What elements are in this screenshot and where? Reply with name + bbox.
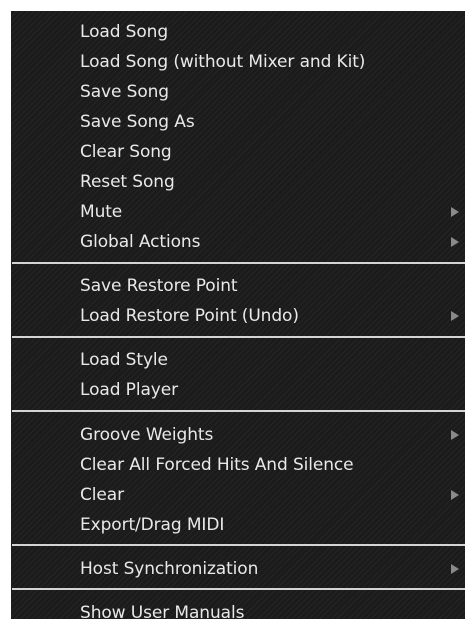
menu-item-label: Load Song [80,22,169,42]
menu-item-global-actions[interactable]: Global Actions [11,227,465,257]
context-menu: Load Song Load Song (without Mixer and K… [11,11,465,619]
menu-item-label: Clear [80,485,124,505]
menu-item-label: Save Restore Point [80,276,238,296]
menu-item-label: Save Song As [80,112,195,132]
menu-separator [12,588,465,590]
menu-item-label: Load Style [80,350,168,370]
menu-item-label: Load Restore Point (Undo) [80,306,299,326]
menu-item-load-song-without-mixer-and-kit[interactable]: Load Song (without Mixer and Kit) [11,47,465,77]
menu-item-label: Reset Song [80,172,175,192]
menu-item-export-drag-midi[interactable]: Export/Drag MIDI [11,510,465,540]
menu-separator [12,336,465,338]
menu-item-load-song[interactable]: Load Song [11,17,465,47]
menu-item-host-synchronization[interactable]: Host Synchronization [11,554,465,584]
menu-item-label: Groove Weights [80,425,214,445]
menu-item-save-restore-point[interactable]: Save Restore Point [11,271,465,301]
menu-item-clear-song[interactable]: Clear Song [11,137,465,167]
menu-separator [12,262,465,264]
menu-item-label: Load Player [80,380,178,400]
menu-item-show-user-manuals[interactable]: Show User Manuals [11,598,465,619]
menu-item-label: Global Actions [80,232,201,252]
menu-item-label: Export/Drag MIDI [80,515,225,535]
menu-item-label: Show User Manuals [80,603,245,619]
submenu-arrow-icon [451,311,459,321]
menu-item-mute[interactable]: Mute [11,197,465,227]
menu-item-label: Save Song [80,82,169,102]
menu-item-load-restore-point-undo[interactable]: Load Restore Point (Undo) [11,301,465,331]
submenu-arrow-icon [451,430,459,440]
menu-item-save-song-as[interactable]: Save Song As [11,107,465,137]
menu-item-clear-all-forced-hits-and-silence[interactable]: Clear All Forced Hits And Silence [11,450,465,480]
menu-item-save-song[interactable]: Save Song [11,77,465,107]
submenu-arrow-icon [451,207,459,217]
submenu-arrow-icon [451,237,459,247]
submenu-arrow-icon [451,564,459,574]
menu-item-reset-song[interactable]: Reset Song [11,167,465,197]
menu-separator [12,410,465,412]
menu-item-label: Mute [80,202,123,222]
menu-item-groove-weights[interactable]: Groove Weights [11,420,465,450]
menu-item-label: Load Song (without Mixer and Kit) [80,52,366,72]
menu-item-label: Clear All Forced Hits And Silence [80,455,354,475]
submenu-arrow-icon [451,490,459,500]
menu-item-load-style[interactable]: Load Style [11,345,465,375]
menu-item-label: Clear Song [80,142,172,162]
menu-item-load-player[interactable]: Load Player [11,375,465,405]
menu-separator [12,544,465,546]
menu-item-clear[interactable]: Clear [11,480,465,510]
menu-item-label: Host Synchronization [80,559,259,579]
